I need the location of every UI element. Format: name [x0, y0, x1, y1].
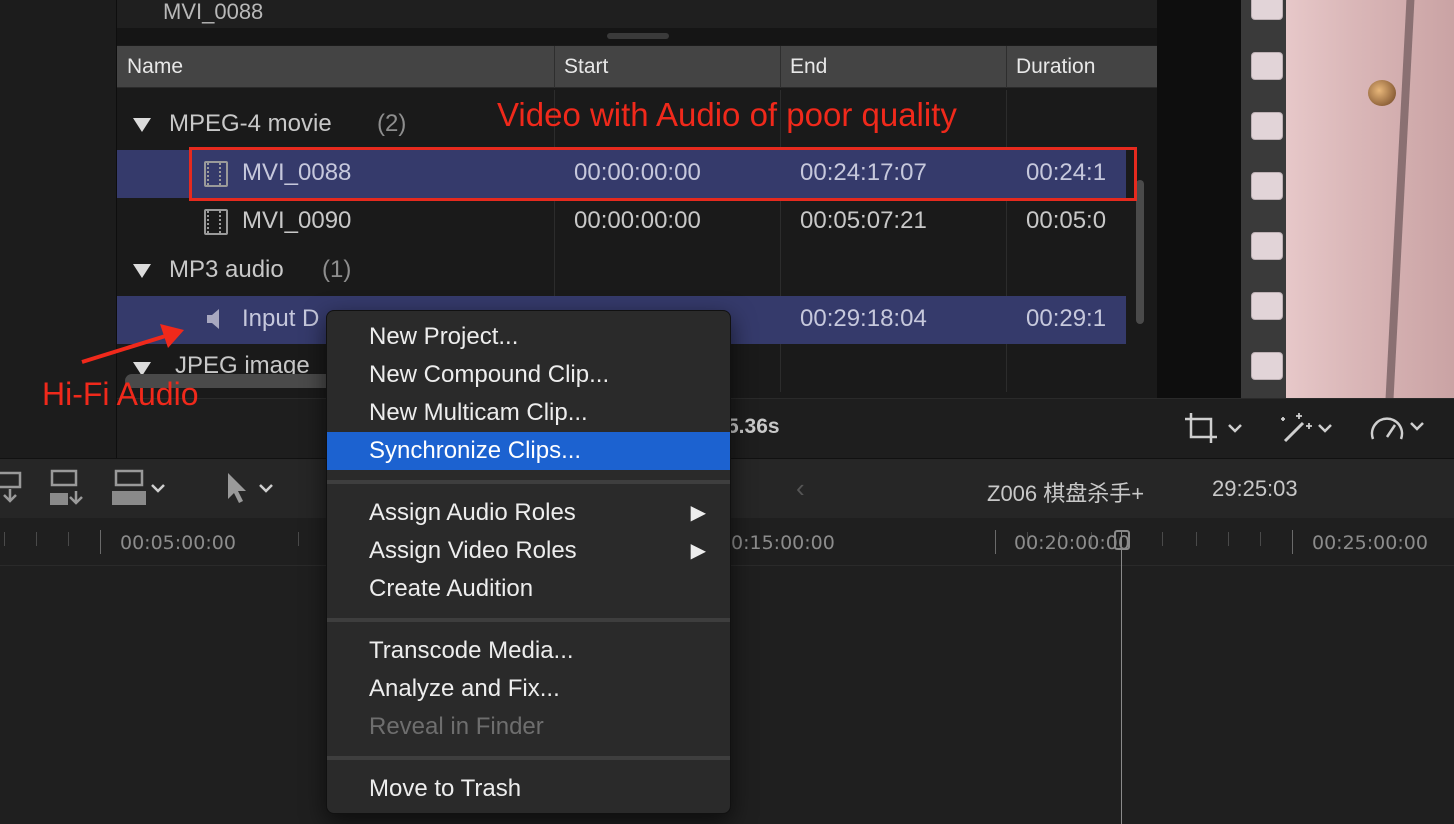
- menu-item-label: Assign Video Roles: [369, 537, 577, 564]
- clip-preview-label: MVI_0088: [163, 0, 264, 24]
- disclosure-triangle-icon[interactable]: [133, 118, 151, 132]
- ruler-label: 00:25:00:00: [1312, 532, 1428, 554]
- selection-duration: 5.36s: [727, 415, 780, 438]
- playhead[interactable]: [1121, 530, 1122, 824]
- video-frame: [1286, 0, 1454, 398]
- speaker-icon: [205, 306, 225, 337]
- group-mp3[interactable]: MP3 audio (1): [117, 247, 1126, 295]
- crop-icon[interactable]: [1183, 411, 1243, 452]
- annotation-box: [189, 147, 1137, 201]
- viewer-toolbar: [1157, 398, 1454, 458]
- context-menu: New Project... New Compound Clip... New …: [326, 310, 731, 814]
- group-label: MPEG-4 movie: [169, 110, 332, 137]
- menu-separator: [327, 756, 730, 760]
- back-arrow-icon[interactable]: ‹: [796, 473, 805, 504]
- ruler-label: 00:05:00:00: [120, 532, 236, 554]
- append-clip-icon[interactable]: [48, 469, 88, 514]
- project-name: Z006 棋盘杀手+: [987, 481, 1145, 506]
- table-row[interactable]: MVI_0090 00:00:00:00 00:05:07:21 00:05:0: [117, 198, 1126, 246]
- submenu-arrow-icon: ▶: [690, 540, 706, 562]
- column-name[interactable]: Name: [127, 55, 183, 79]
- clip-duration: 00:05:0: [1026, 207, 1107, 234]
- insert-clip-icon[interactable]: [0, 471, 30, 514]
- menu-move-to-trash[interactable]: Move to Trash: [327, 770, 730, 808]
- playhead-handle[interactable]: [1114, 530, 1130, 550]
- project-duration: 29:25:03: [1212, 476, 1298, 501]
- ruler-label: 00:20:00:00: [1014, 532, 1130, 554]
- filmstrip-border: [1241, 0, 1286, 398]
- speedometer-icon[interactable]: [1367, 409, 1431, 452]
- menu-separator: [327, 480, 730, 484]
- menu-new-compound-clip[interactable]: New Compound Clip...: [327, 356, 730, 394]
- clip-end: 00:29:18:04: [800, 305, 927, 332]
- column-end[interactable]: End: [790, 55, 827, 79]
- clip-start: 00:00:00:00: [574, 207, 701, 234]
- menu-item-label: Assign Audio Roles: [369, 499, 576, 526]
- clip-preview-row[interactable]: MVI_0088: [117, 0, 1157, 28]
- group-count: (1): [322, 256, 352, 283]
- annotation-audio-note: Hi-Fi Audio: [42, 376, 199, 412]
- film-clip-icon: [204, 209, 228, 235]
- menu-separator: [327, 618, 730, 622]
- column-start[interactable]: Start: [564, 55, 608, 79]
- menu-create-audition[interactable]: Create Audition: [327, 570, 730, 608]
- group-label: MP3 audio: [169, 256, 284, 283]
- menu-analyze-and-fix[interactable]: Analyze and Fix...: [327, 670, 730, 708]
- menu-new-multicam-clip[interactable]: New Multicam Clip...: [327, 394, 730, 432]
- door-knob: [1368, 80, 1396, 106]
- ruler-label: 0:15:00:00: [731, 532, 835, 554]
- group-count: (2): [377, 110, 407, 137]
- menu-assign-audio-roles[interactable]: Assign Audio Roles ▶: [327, 494, 730, 532]
- menu-reveal-in-finder: Reveal in Finder: [369, 713, 544, 740]
- annotation-arrow-icon: [76, 320, 196, 375]
- disclosure-triangle-icon[interactable]: [133, 264, 151, 278]
- divider-handle[interactable]: [607, 33, 669, 39]
- clip-name: MVI_0090: [242, 207, 352, 234]
- viewer: [1157, 0, 1454, 398]
- menu-new-project[interactable]: New Project...: [327, 318, 730, 356]
- clip-end: 00:05:07:21: [800, 207, 927, 234]
- clip-name: Input D: [242, 305, 320, 332]
- menu-assign-video-roles[interactable]: Assign Video Roles ▶: [327, 532, 730, 570]
- select-arrow-icon[interactable]: [222, 469, 278, 514]
- clip-duration: 00:29:1: [1026, 305, 1107, 332]
- magic-wand-icon[interactable]: [1279, 409, 1339, 452]
- annotation-video-note: Video with Audio of poor quality: [497, 96, 957, 133]
- column-header: Name Start End Duration: [117, 46, 1157, 88]
- submenu-arrow-icon: ▶: [690, 502, 706, 524]
- menu-transcode-media[interactable]: Transcode Media...: [327, 632, 730, 670]
- column-duration[interactable]: Duration: [1016, 55, 1095, 79]
- menu-synchronize-clips[interactable]: Synchronize Clips...: [327, 432, 730, 470]
- vertical-scrollbar[interactable]: [1136, 180, 1144, 324]
- pole: [1385, 0, 1415, 398]
- overwrite-clip-icon[interactable]: [110, 469, 170, 514]
